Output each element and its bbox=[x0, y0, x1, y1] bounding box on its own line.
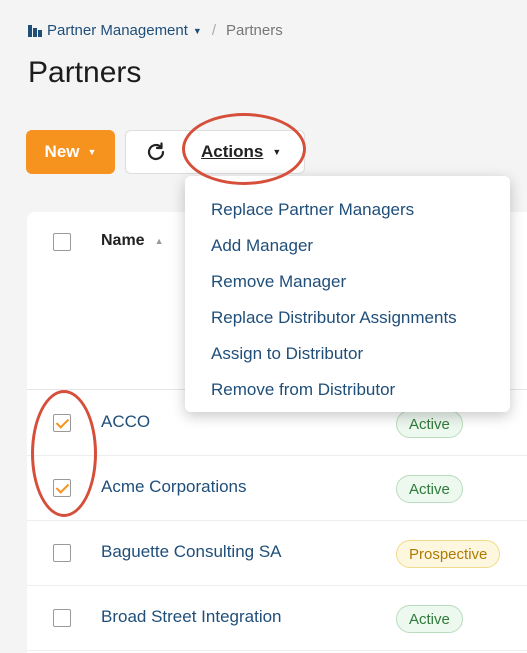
status-badge: Active bbox=[396, 605, 463, 633]
menu-item-remove-manager[interactable]: Remove Manager bbox=[185, 264, 510, 300]
refresh-button[interactable] bbox=[125, 130, 185, 174]
breadcrumb-separator: / bbox=[211, 22, 217, 39]
menu-item-remove-from-distributor[interactable]: Remove from Distributor bbox=[185, 372, 510, 408]
status-badge: Prospective bbox=[396, 540, 501, 568]
partner-name-link[interactable]: Broad Street Integration bbox=[101, 607, 282, 627]
breadcrumb-parent[interactable]: Partner Management bbox=[47, 22, 188, 39]
menu-item-replace-partner-managers[interactable]: Replace Partner Managers bbox=[185, 192, 510, 228]
actions-dropdown-menu: Replace Partner Managers Add Manager Rem… bbox=[185, 176, 510, 412]
column-header-name[interactable]: Name ▲ bbox=[101, 232, 164, 250]
refresh-icon bbox=[147, 142, 164, 161]
menu-item-add-manager[interactable]: Add Manager bbox=[185, 228, 510, 264]
menu-item-assign-to-distributor[interactable]: Assign to Distributor bbox=[185, 336, 510, 372]
page-title: Partners bbox=[28, 56, 142, 89]
actions-button-label: Actions bbox=[201, 142, 264, 161]
status-badge: Active bbox=[396, 410, 463, 438]
partner-name-link[interactable]: Acme Corporations bbox=[101, 477, 247, 497]
new-button[interactable]: New ▼ bbox=[26, 130, 115, 174]
building-icon bbox=[28, 24, 42, 37]
table-row[interactable]: Acme Corporations Active bbox=[27, 456, 527, 521]
breadcrumb: Partner Management ▼ / Partners bbox=[28, 22, 283, 39]
partner-name-link[interactable]: ACCO bbox=[101, 412, 150, 432]
row-checkbox[interactable] bbox=[53, 544, 71, 562]
sort-ascending-icon: ▲ bbox=[154, 236, 164, 246]
table-row[interactable]: Broad Street Integration Active bbox=[27, 586, 527, 651]
menu-item-replace-distributor-assignments[interactable]: Replace Distributor Assignments bbox=[185, 300, 510, 336]
select-all-checkbox[interactable] bbox=[53, 233, 71, 251]
chevron-down-icon: ▼ bbox=[272, 147, 282, 157]
actions-button[interactable]: Actions ▼ bbox=[185, 130, 305, 174]
table-row[interactable]: Baguette Consulting SA Prospective bbox=[27, 521, 527, 586]
breadcrumb-current: Partners bbox=[226, 22, 283, 39]
new-button-label: New bbox=[44, 142, 80, 161]
status-badge: Active bbox=[396, 475, 463, 503]
column-header-name-label: Name bbox=[101, 232, 145, 249]
partner-name-link[interactable]: Baguette Consulting SA bbox=[101, 542, 282, 562]
chevron-down-icon[interactable]: ▼ bbox=[193, 26, 202, 36]
chevron-down-icon: ▼ bbox=[87, 147, 97, 157]
row-checkbox[interactable] bbox=[53, 414, 71, 432]
row-checkbox[interactable] bbox=[53, 479, 71, 497]
row-checkbox[interactable] bbox=[53, 609, 71, 627]
